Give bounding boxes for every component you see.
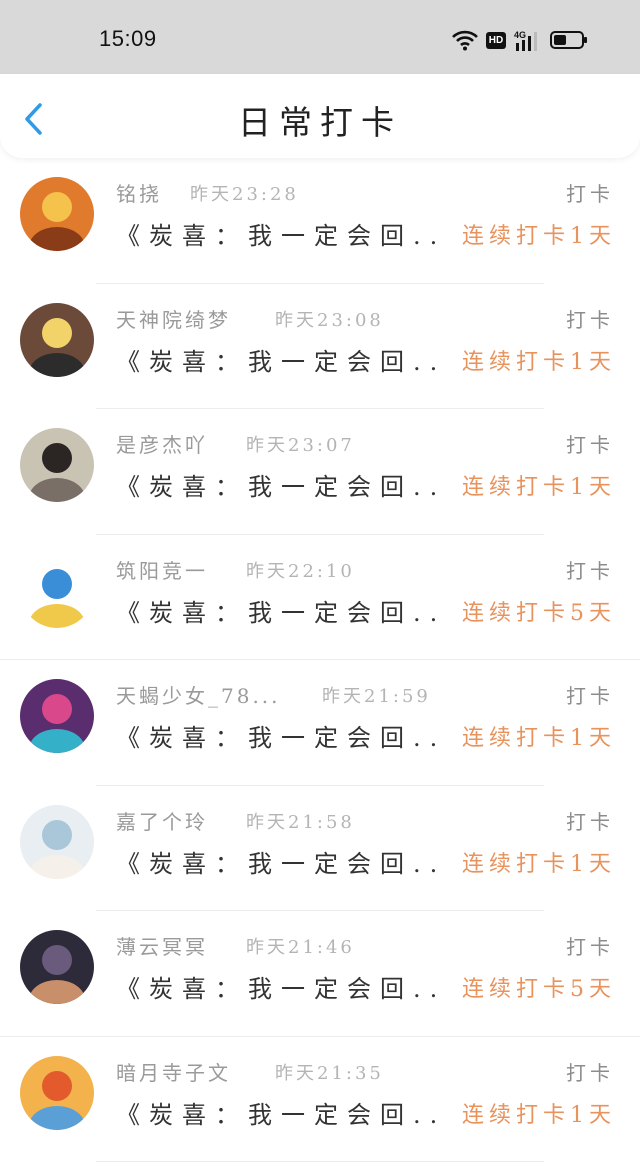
avatar[interactable] [20, 428, 94, 502]
status-time: 15:09 [99, 26, 157, 52]
signal-icon: 4G [514, 29, 542, 51]
checkin-content: 《炭喜：我一定会回... [116, 844, 441, 879]
checkin-label: 打卡 [566, 806, 614, 835]
checkin-content: 《炭喜：我一定会回... [116, 969, 441, 1004]
streak-badge: 连续打卡1天 [462, 720, 616, 752]
checkin-label: 打卡 [566, 931, 614, 960]
avatar[interactable] [20, 303, 94, 377]
username[interactable]: 天神院绮梦 [116, 304, 231, 333]
checkin-content: 《炭喜：我一定会回... [116, 718, 441, 753]
username[interactable]: 是彦杰吖 [116, 429, 208, 458]
checkin-label: 打卡 [566, 680, 614, 709]
timestamp: 昨天21:59 [322, 682, 431, 708]
streak-badge: 连续打卡1天 [462, 344, 616, 376]
status-icons: HD 4G [452, 28, 588, 52]
wifi-icon [452, 29, 478, 51]
checkin-content: 《炭喜：我一定会回... [116, 467, 441, 502]
avatar[interactable] [20, 930, 94, 1004]
streak-badge: 连续打卡1天 [462, 469, 616, 501]
nav-bar: 日常打卡 [0, 74, 640, 158]
svg-text:4G: 4G [514, 30, 526, 40]
avatar[interactable] [20, 554, 94, 628]
avatar[interactable] [20, 177, 94, 251]
timestamp: 昨天23:28 [190, 180, 299, 206]
timestamp: 昨天21:35 [275, 1059, 384, 1085]
checkin-row[interactable]: 暗月寺子文 昨天21:35 打卡 《炭喜：我一定会回... 连续打卡1天 [0, 1037, 640, 1162]
checkin-row[interactable]: 薄云冥冥 昨天21:46 打卡 《炭喜：我一定会回... 连续打卡5天 [0, 911, 640, 1037]
username[interactable]: 天蝎少女_78... [116, 680, 281, 709]
username[interactable]: 铭挠 [116, 178, 162, 207]
username[interactable]: 薄云冥冥 [116, 931, 208, 960]
checkin-content: 《炭喜：我一定会回... [116, 593, 441, 628]
checkin-content: 《炭喜：我一定会回... [116, 216, 441, 251]
streak-badge: 连续打卡1天 [462, 846, 616, 878]
checkin-label: 打卡 [566, 555, 614, 584]
username[interactable]: 筑阳竞一 [116, 555, 208, 584]
checkin-list: 铭挠 昨天23:28 打卡 《炭喜：我一定会回... 连续打卡1天 天神院绮梦 … [0, 158, 640, 1162]
streak-badge: 连续打卡1天 [462, 1097, 616, 1129]
streak-badge: 连续打卡5天 [462, 595, 616, 627]
checkin-row[interactable]: 天蝎少女_78... 昨天21:59 打卡 《炭喜：我一定会回... 连续打卡1… [0, 660, 640, 786]
timestamp: 昨天22:10 [246, 557, 355, 583]
checkin-row[interactable]: 筑阳竞一 昨天22:10 打卡 《炭喜：我一定会回... 连续打卡5天 [0, 535, 640, 661]
checkin-row[interactable]: 是彦杰吖 昨天23:07 打卡 《炭喜：我一定会回... 连续打卡1天 [0, 409, 640, 535]
status-bar: 15:09 HD 4G [0, 0, 640, 74]
timestamp: 昨天23:07 [246, 431, 355, 457]
avatar[interactable] [20, 1056, 94, 1130]
username[interactable]: 暗月寺子文 [116, 1057, 231, 1086]
battery-icon [550, 30, 588, 50]
checkin-row[interactable]: 天神院绮梦 昨天23:08 打卡 《炭喜：我一定会回... 连续打卡1天 [0, 284, 640, 410]
page-title: 日常打卡 [0, 96, 640, 144]
hd-icon: HD [486, 32, 506, 49]
checkin-content: 《炭喜：我一定会回... [116, 1095, 441, 1130]
checkin-label: 打卡 [566, 304, 614, 333]
checkin-row[interactable]: 嘉了个玲 昨天21:58 打卡 《炭喜：我一定会回... 连续打卡1天 [0, 786, 640, 912]
timestamp: 昨天21:58 [246, 808, 355, 834]
checkin-label: 打卡 [566, 178, 614, 207]
checkin-row[interactable]: 铭挠 昨天23:28 打卡 《炭喜：我一定会回... 连续打卡1天 [0, 158, 640, 284]
avatar[interactable] [20, 805, 94, 879]
checkin-content: 《炭喜：我一定会回... [116, 342, 441, 377]
timestamp: 昨天21:46 [246, 933, 355, 959]
streak-badge: 连续打卡1天 [462, 218, 616, 250]
timestamp: 昨天23:08 [275, 306, 384, 332]
avatar[interactable] [20, 679, 94, 753]
checkin-label: 打卡 [566, 1057, 614, 1086]
streak-badge: 连续打卡5天 [462, 971, 616, 1003]
username[interactable]: 嘉了个玲 [116, 806, 208, 835]
checkin-label: 打卡 [566, 429, 614, 458]
